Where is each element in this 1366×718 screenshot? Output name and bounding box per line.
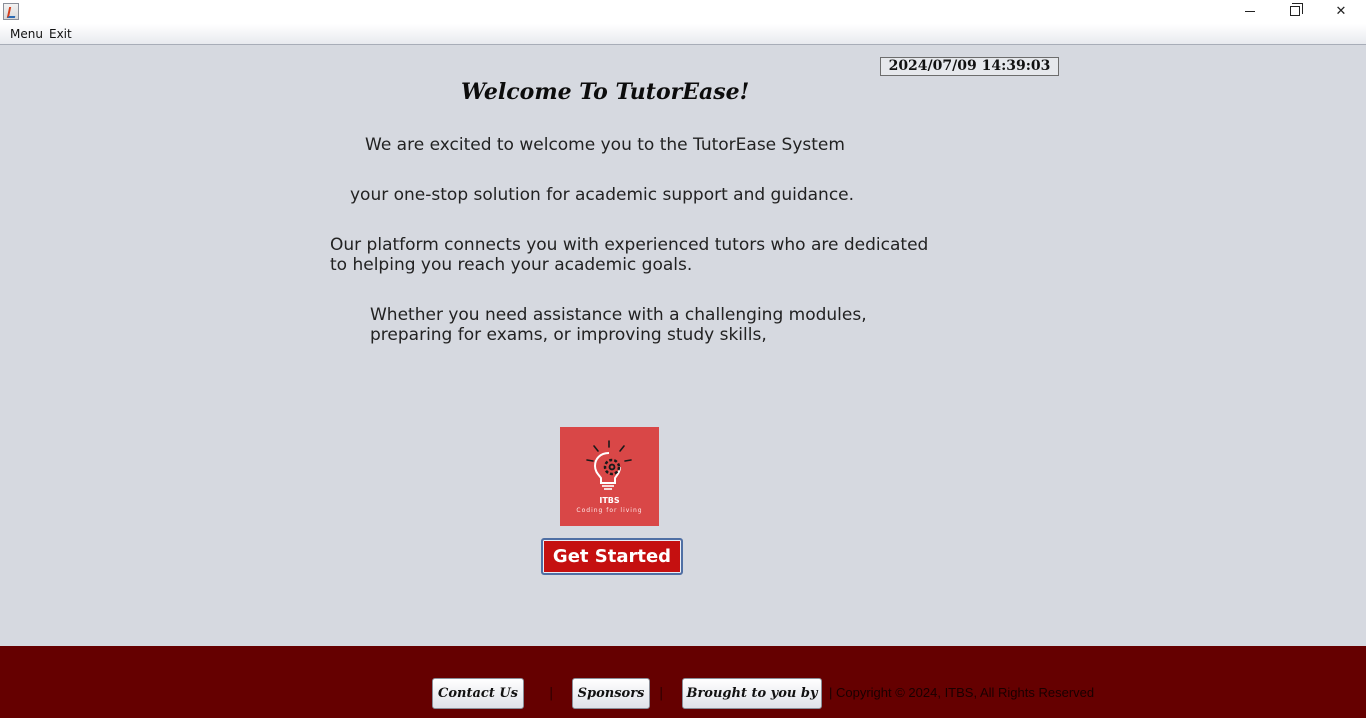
contact-us-button[interactable]: Contact Us: [432, 678, 524, 709]
footer-separator: |: [659, 686, 664, 701]
welcome-text-line: Our platform connects you with experienc…: [330, 235, 929, 255]
minimize-icon: [1245, 10, 1255, 12]
welcome-text-line: preparing for exams, or improving study …: [370, 325, 767, 345]
window-title-bar: ✕: [0, 0, 1366, 24]
copyright-text: | Copyright © 2024, ITBS, All Rights Res…: [829, 685, 1095, 700]
welcome-text-line: your one-stop solution for academic supp…: [350, 185, 855, 205]
java-app-icon[interactable]: [3, 3, 19, 20]
itbs-logo: ITBS Coding for living: [560, 427, 659, 526]
menu-item-exit[interactable]: Exit: [49, 27, 72, 41]
logo-tagline: Coding for living: [576, 507, 643, 514]
close-icon: ✕: [1335, 3, 1347, 19]
menu-bar: Menu Exit: [0, 24, 1366, 45]
welcome-text-line: to helping you reach your academic goals…: [330, 255, 693, 275]
logo-title: ITBS: [599, 496, 620, 505]
sponsors-button[interactable]: Sponsors: [572, 678, 650, 709]
close-button[interactable]: ✕: [1318, 0, 1364, 22]
get-started-button[interactable]: Get Started: [541, 538, 683, 575]
welcome-text-line: Whether you need assistance with a chall…: [370, 305, 867, 325]
menu-item-menu[interactable]: Menu: [10, 27, 43, 41]
page-title: Welcome To TutorEase!: [461, 79, 750, 105]
footer: Contact Us | Sponsors | Brought to you b…: [0, 646, 1366, 718]
maximize-button[interactable]: [1272, 0, 1318, 22]
welcome-text-line: We are excited to welcome you to the Tut…: [365, 135, 845, 155]
datetime-display: 2024/07/09 14:39:03: [880, 57, 1059, 76]
brought-to-you-by-button[interactable]: Brought to you by: [682, 678, 822, 709]
restore-icon: [1290, 3, 1303, 16]
footer-separator: |: [549, 686, 554, 701]
minimize-button[interactable]: [1227, 0, 1273, 22]
